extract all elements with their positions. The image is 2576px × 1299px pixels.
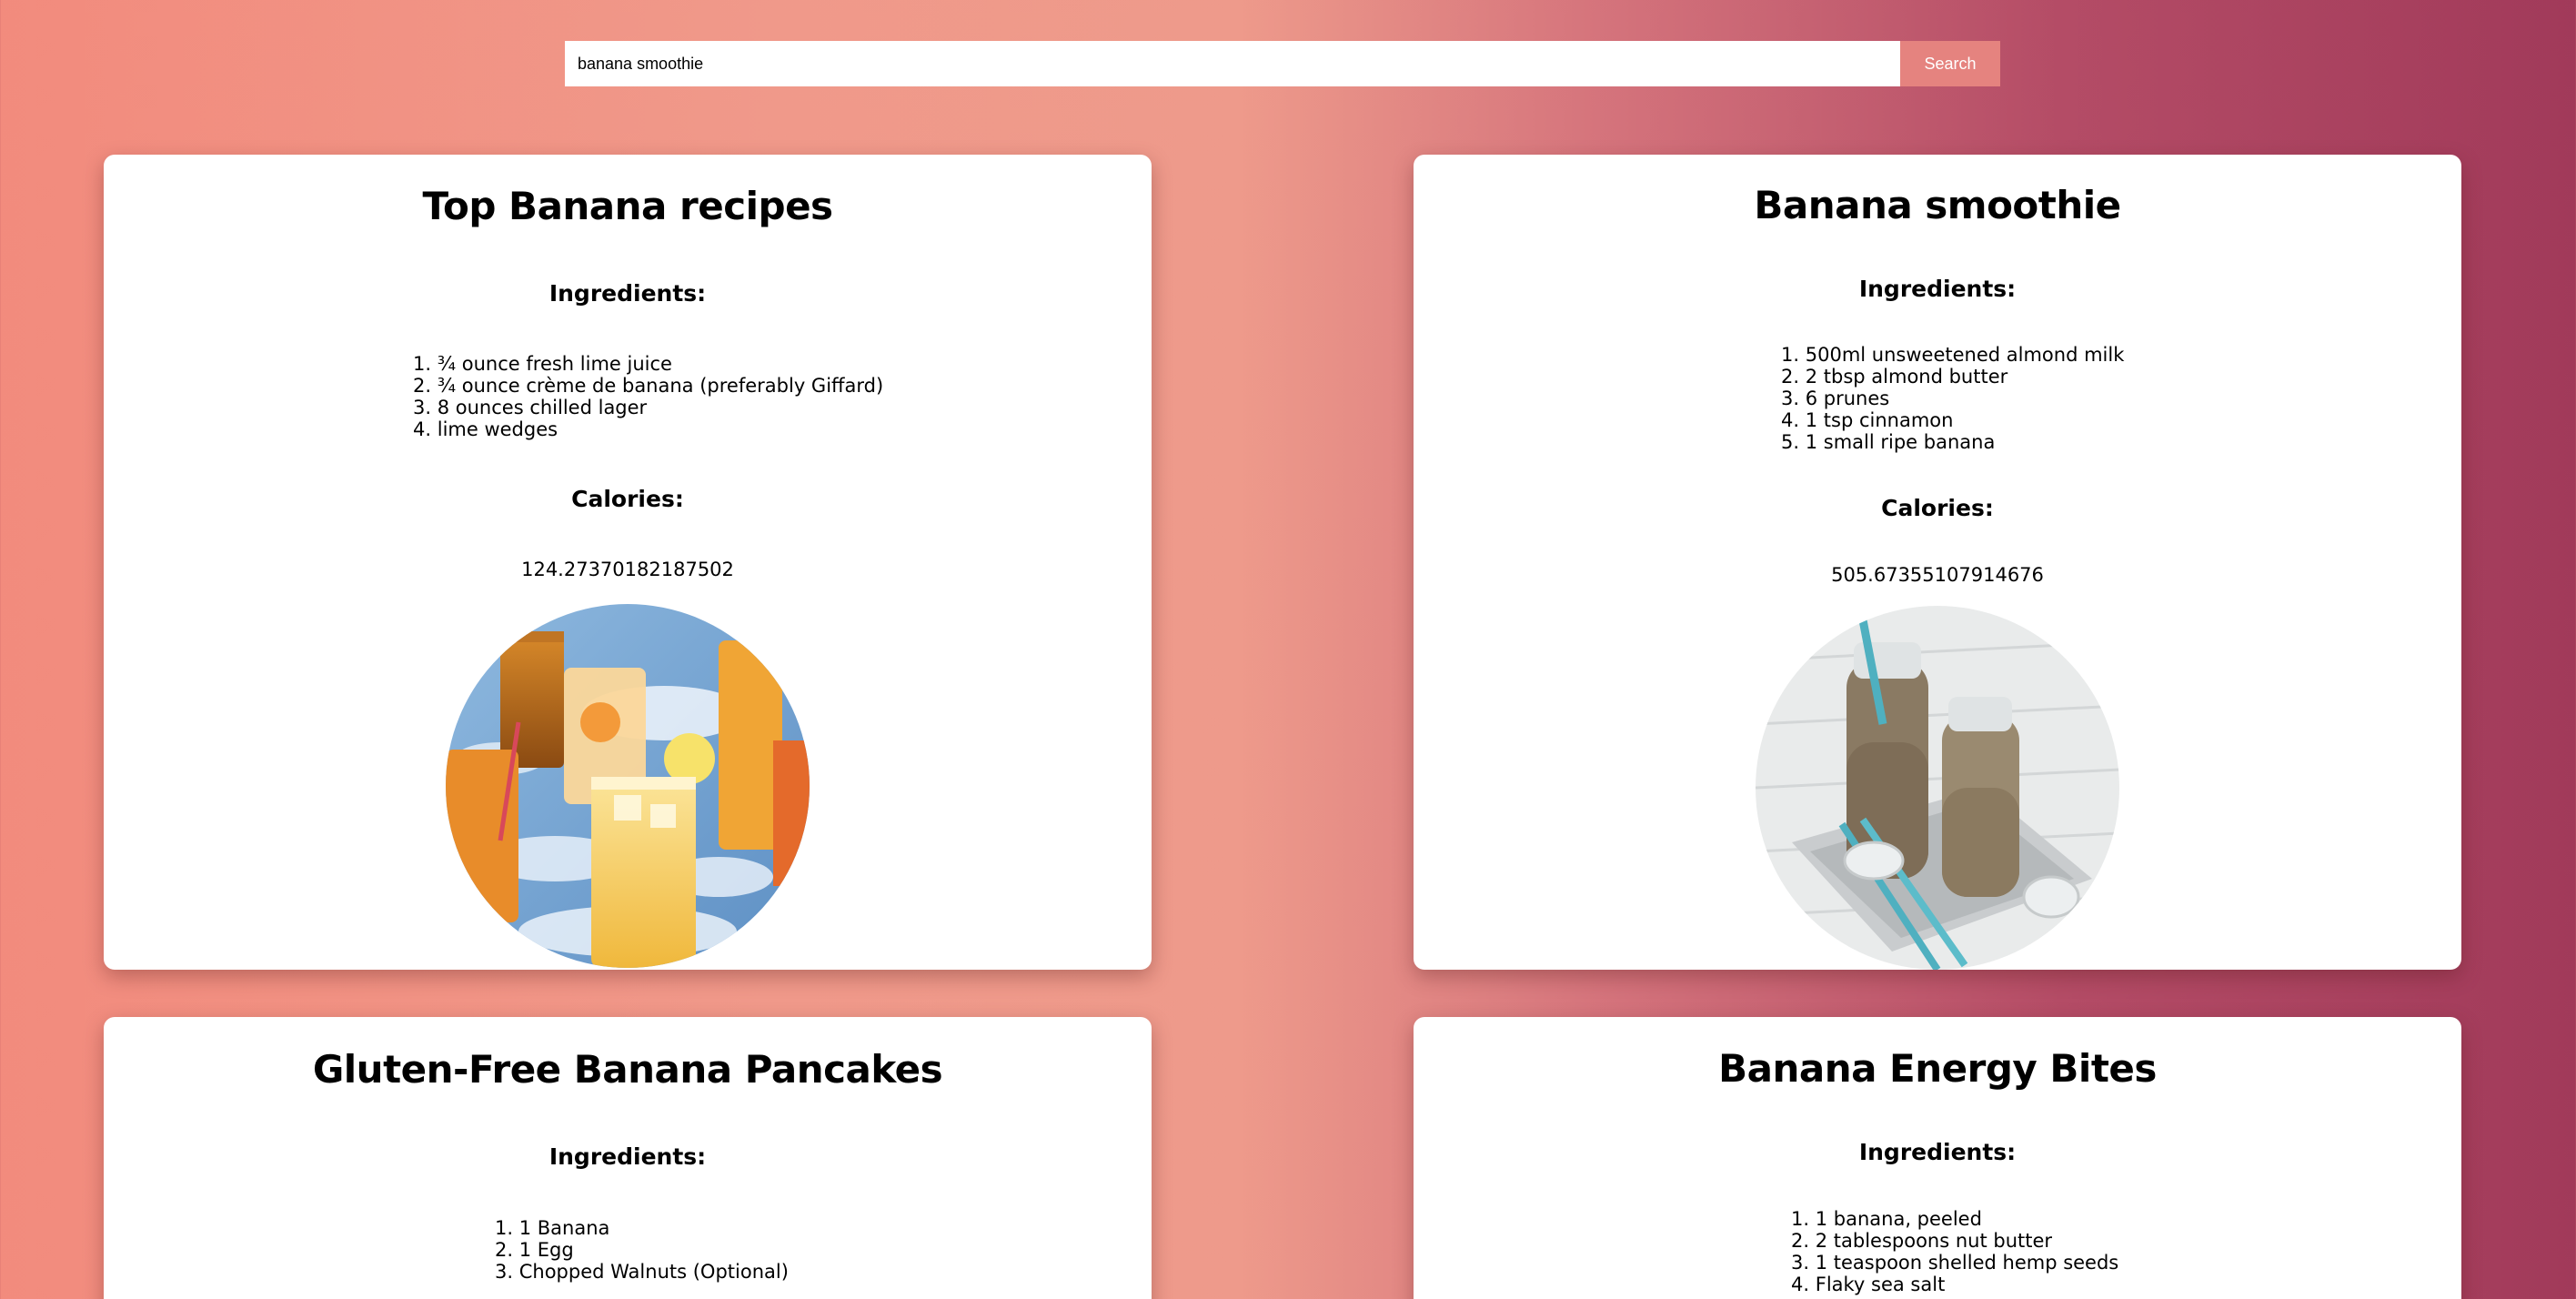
search-input[interactable] — [565, 41, 1900, 86]
calories-value: 505.67355107914676 — [1831, 564, 2044, 586]
ingredients-list: 1 Banana 1 Egg Chopped Walnuts (Optional… — [495, 1217, 789, 1283]
list-item: 500ml unsweetened almond milk — [1805, 344, 2125, 366]
list-item: 2 tbsp almond butter — [1805, 366, 2008, 388]
list-item: Flaky sea salt — [1815, 1274, 1946, 1295]
calories-value: 124.27370182187502 — [521, 559, 734, 580]
list-item: lime wedges — [437, 418, 558, 440]
list-item: 1 Egg — [518, 1239, 574, 1261]
search-bar: Search — [565, 41, 2000, 86]
ingredients-heading: Ingredients: — [1858, 1139, 2017, 1165]
recipe-image — [1756, 606, 2119, 970]
list-item: 1 teaspoon shelled hemp seeds — [1815, 1252, 2119, 1274]
recipe-title: Top Banana recipes — [422, 184, 833, 228]
ingredients-list: ¾ ounce fresh lime juice ¾ ounce crème d… — [413, 353, 883, 440]
recipe-image — [446, 604, 810, 968]
calories-heading: Calories: — [1881, 495, 1994, 521]
list-item: 2 tablespoons nut butter — [1815, 1230, 2053, 1252]
list-item: 8 ounces chilled lager — [437, 397, 648, 418]
calories-heading: Calories: — [571, 486, 684, 512]
ingredients-list: 1 banana, peeled 2 tablespoons nut butte… — [1791, 1208, 2119, 1295]
list-item: ¾ ounce crème de banana (preferably Giff… — [437, 375, 884, 397]
list-item: ¾ ounce fresh lime juice — [437, 353, 672, 375]
list-item: 1 tsp cinnamon — [1805, 409, 1954, 431]
ingredients-heading: Ingredients: — [1858, 276, 2017, 302]
search-button[interactable]: Search — [1900, 41, 2000, 86]
recipe-card: Top Banana recipes Ingredients: ¾ ounce … — [104, 155, 1152, 970]
list-item: 6 prunes — [1805, 388, 1890, 409]
list-item: Chopped Walnuts (Optional) — [518, 1261, 789, 1283]
list-item: 1 Banana — [518, 1217, 610, 1239]
recipe-card: Gluten-Free Banana Pancakes Ingredients:… — [104, 1017, 1152, 1299]
recipe-title: Gluten-Free Banana Pancakes — [312, 1047, 943, 1092]
recipe-title: Banana Energy Bites — [1718, 1046, 2157, 1091]
list-item: 1 banana, peeled — [1815, 1208, 1982, 1230]
list-item: 1 small ripe banana — [1805, 431, 1996, 453]
recipe-card: Banana smoothie Ingredients: 500ml unswe… — [1414, 155, 2461, 970]
ingredients-heading: Ingredients: — [548, 280, 707, 307]
recipe-title: Banana smoothie — [1754, 183, 2121, 227]
ingredients-heading: Ingredients: — [548, 1143, 707, 1170]
recipe-card: Banana Energy Bites Ingredients: 1 banan… — [1414, 1017, 2461, 1299]
ingredients-list: 500ml unsweetened almond milk 2 tbsp alm… — [1781, 344, 2125, 453]
